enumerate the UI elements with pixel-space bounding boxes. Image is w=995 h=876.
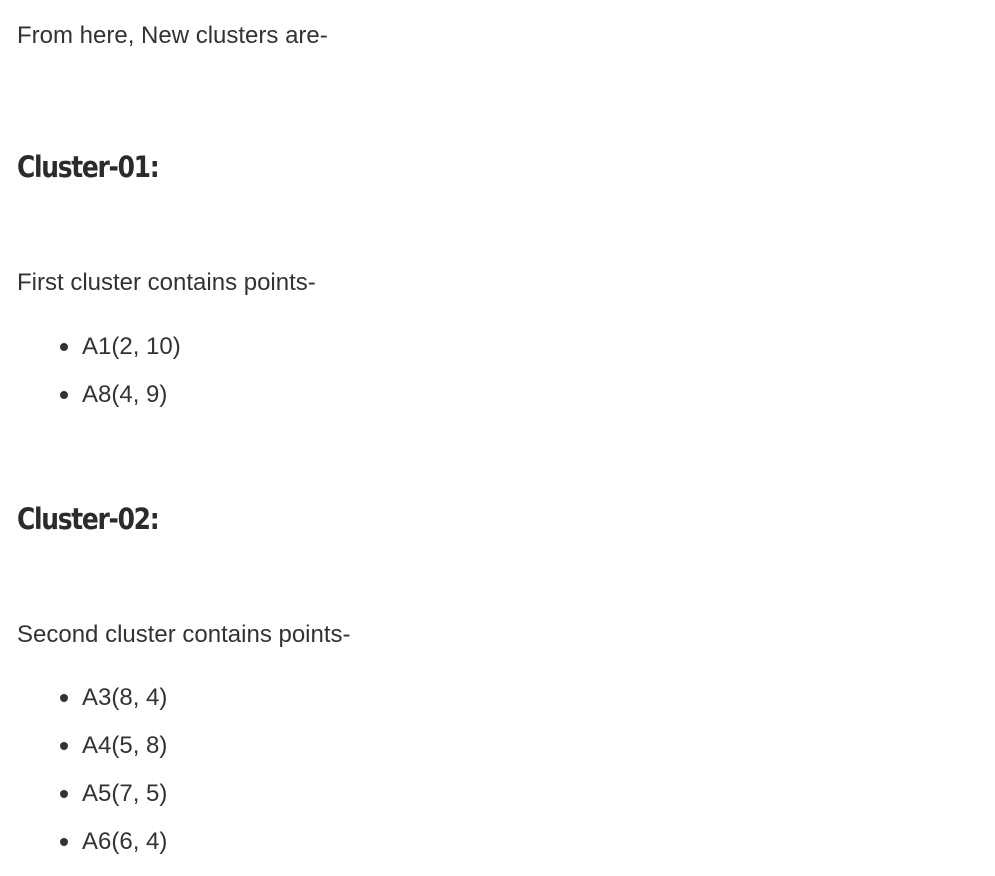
cluster-1-heading: Cluster-01:	[17, 150, 160, 184]
list-item: A8(4, 9)	[17, 381, 181, 429]
point-label: A4(5, 8)	[82, 732, 168, 759]
cluster-1-description: First cluster contains points-	[17, 269, 316, 296]
bullet-icon	[60, 391, 68, 399]
point-label: A1(2, 10)	[82, 333, 181, 360]
bullet-icon	[60, 343, 68, 351]
bullet-icon	[60, 838, 68, 846]
point-label: A3(8, 4)	[82, 684, 168, 711]
cluster-2-point-list: A3(8, 4) A4(5, 8) A5(7, 5) A6(6, 4)	[17, 684, 167, 876]
cluster-2-heading: Cluster-02:	[17, 502, 160, 536]
cluster-2-description: Second cluster contains points-	[17, 621, 351, 648]
bullet-icon	[60, 790, 68, 798]
list-item: A3(8, 4)	[17, 684, 167, 732]
list-item: A1(2, 10)	[17, 333, 181, 381]
list-item: A5(7, 5)	[17, 780, 167, 828]
point-label: A5(7, 5)	[82, 780, 168, 807]
intro-text: From here, New clusters are-	[17, 22, 328, 49]
bullet-icon	[60, 694, 68, 702]
list-item: A6(6, 4)	[17, 828, 167, 876]
point-label: A8(4, 9)	[82, 381, 168, 408]
point-label: A6(6, 4)	[82, 828, 168, 855]
list-item: A4(5, 8)	[17, 732, 167, 780]
bullet-icon	[60, 742, 68, 750]
cluster-1-point-list: A1(2, 10) A8(4, 9)	[17, 333, 181, 429]
